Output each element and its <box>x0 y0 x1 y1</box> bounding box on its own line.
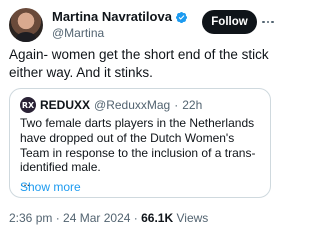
tweet-date[interactable]: 24 Mar 2024 <box>63 211 130 225</box>
quoted-tweet-header: RX REDUXX @ReduxxMag · 22h <box>20 97 202 113</box>
quoted-tweet-text: Two female darts players in the Netherla… <box>20 116 264 190</box>
footer-separator: · <box>133 211 138 225</box>
tweet-header: Martina Navratilova @Martina Follow <box>9 8 274 42</box>
more-dot <box>266 20 269 24</box>
author-avatar[interactable] <box>9 8 43 42</box>
footer-separator: · <box>55 211 60 225</box>
author-name-block: Martina Navratilova @Martina <box>52 9 188 41</box>
quoted-tweet-card[interactable]: RX REDUXX @ReduxxMag · 22h Two female da… <box>9 88 271 198</box>
more-options-icon[interactable] <box>262 16 274 28</box>
author-display-name-row[interactable]: Martina Navratilova <box>52 9 188 25</box>
quoted-tweet-body: Two female darts players in the Netherla… <box>20 116 256 175</box>
verified-badge-icon <box>175 11 187 23</box>
views-label: Views <box>176 211 209 225</box>
tweet-text: Again- women get the short end of the st… <box>9 47 269 80</box>
quoted-author-handle: @ReduxxMag <box>94 98 171 112</box>
quoted-author-avatar: RX <box>20 97 36 113</box>
views-count: 66.1K <box>141 211 174 225</box>
more-dot <box>262 20 265 24</box>
author-display-name[interactable]: Martina Navratilova <box>52 9 172 25</box>
tweet-footer: 2:36 pm · 24 Mar 2024 · 66.1K Views <box>9 211 208 225</box>
author-handle[interactable]: @Martina <box>52 26 188 41</box>
tweet-time[interactable]: 2:36 pm <box>9 211 52 225</box>
quoted-meta-separator: · <box>174 98 179 112</box>
show-more-link[interactable]: Show more <box>20 180 81 194</box>
more-dot <box>271 20 274 24</box>
quoted-time: 22h <box>182 98 203 112</box>
follow-button[interactable]: Follow <box>202 10 257 34</box>
quoted-author-name: REDUXX <box>40 98 91 112</box>
